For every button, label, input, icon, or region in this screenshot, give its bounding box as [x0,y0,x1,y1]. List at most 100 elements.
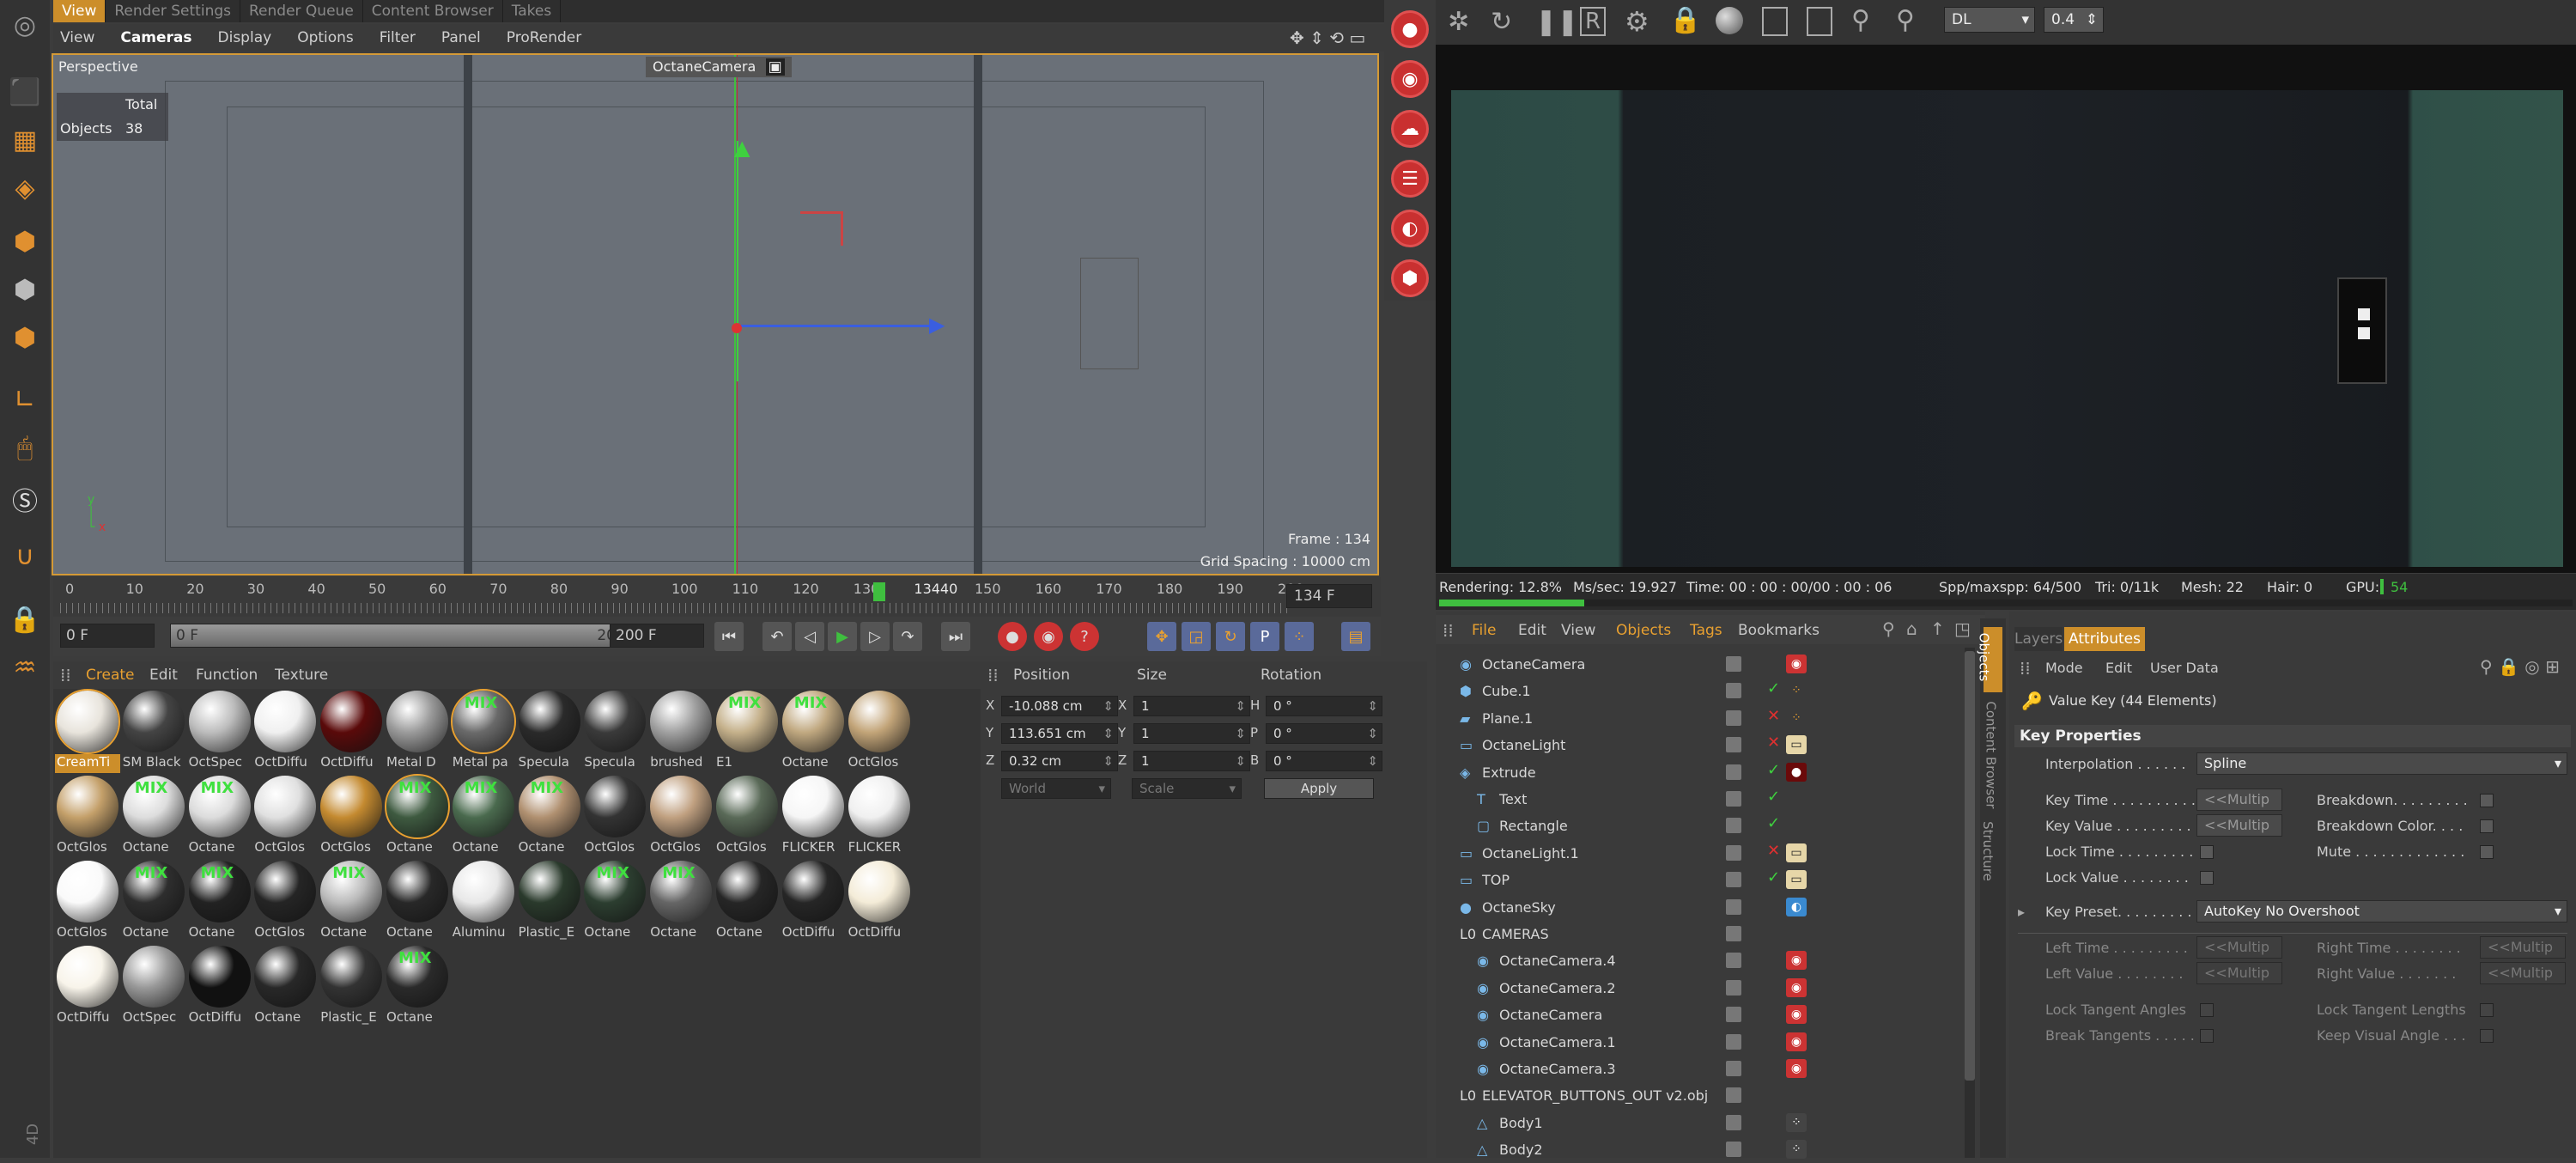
material-swatch[interactable]: OctGlos [582,776,647,860]
material-swatch[interactable]: OctSpec [187,691,252,775]
material-swatch[interactable]: OctDiffu [847,861,912,945]
layer-color-icon[interactable] [1726,709,1741,726]
cloud-icon[interactable]: ☁ [1391,110,1429,148]
layer-color-icon[interactable] [1726,1007,1741,1023]
material-swatch[interactable]: Plastic_E [517,861,582,945]
material-swatch[interactable]: MIX Metal pa [450,689,516,775]
material-ball-icon[interactable] [1716,7,1743,34]
material-swatch[interactable]: OctGlos [648,776,714,860]
attr-menu-edit[interactable]: Edit [2105,660,2132,676]
dots-tag-icon[interactable]: ⁘ [1786,681,1807,700]
object-scrollbar[interactable] [1965,648,1975,1158]
rotate-key-icon[interactable]: ↻ [1216,622,1245,651]
lock-tangent-angles-checkbox[interactable] [2200,1003,2214,1017]
interpolation-select[interactable]: Spline ▾ [2196,752,2567,775]
timeline[interactable]: 0 10 20 30 40 50 60 70 80 90 100 110 120 130 13440 150 1… [53,577,1381,622]
scale-key-icon[interactable]: ◲ [1182,622,1211,651]
multi-tag-icon[interactable]: ⁘ [1786,1112,1807,1132]
material-swatch[interactable]: MIX Octane [648,861,714,945]
coord-size-field[interactable]: 1 ⇕ [1133,696,1250,716]
material-swatch[interactable]: MIX Octane [121,861,186,945]
coord-pos-field[interactable]: 0.32 cm ⇕ [1001,751,1118,771]
material-swatch[interactable]: MIX E1 [714,691,780,775]
disabled-x-icon[interactable]: ✕ [1767,842,1780,860]
active-camera-badge[interactable]: OctaneCamera ▣ [646,57,792,77]
light-tag-icon[interactable]: ▭ [1786,843,1807,862]
attr-menu-mode[interactable]: Mode [2045,660,2083,676]
material-swatch[interactable]: Octane [714,861,780,945]
object-row[interactable]: ◈ Extrude ✓ ● [1443,759,1975,786]
new-window-icon[interactable]: ◳ [1954,618,1971,639]
lock-icon[interactable]: 🔒 [1669,5,1701,35]
edges-mode-icon[interactable]: ⬢ [3,268,46,311]
coord-pos-field[interactable]: -10.088 cm ⇕ [1001,696,1118,716]
material-swatch[interactable]: OctGlos [714,776,780,860]
side-tab-structure[interactable]: Structure [1980,821,1996,881]
layer-color-icon[interactable] [1726,872,1741,888]
start-frame-field[interactable]: 0 F [60,624,155,648]
viewport-3d[interactable]: ▲ ▶ Perspective Total Objects 38 OctaneC… [52,53,1379,575]
layer-color-icon[interactable] [1726,844,1741,861]
dots-tag-icon[interactable]: ⁘ [1786,709,1807,728]
menu-cameras[interactable]: Cameras [120,29,191,46]
model-mode-icon[interactable]: ⬛ [3,70,46,113]
cam-tag-icon[interactable]: ◉ [1786,1005,1807,1025]
coord-pos-field[interactable]: 113.651 cm ⇕ [1001,723,1118,744]
coords-grip-icon[interactable]: ⁞⁞ [987,665,999,685]
keep-visual-angle-checkbox[interactable] [2480,1029,2494,1043]
current-frame-field[interactable]: 134 F [1286,584,1372,608]
playhead[interactable] [873,582,885,601]
layer-color-icon[interactable] [1726,737,1741,753]
coord-rot-field[interactable]: 0 ° ⇕ [1266,696,1382,716]
xpresso-icon[interactable]: ♒ [3,646,46,689]
enabled-check-icon[interactable]: ✓ [1767,679,1780,697]
tab-content-browser[interactable]: Content Browser [363,0,503,22]
magnet-icon[interactable]: ∪ [3,534,46,577]
material-swatch[interactable]: Aluminu [451,861,516,945]
timeline-ruler[interactable]: 0 10 20 30 40 50 60 70 80 90 100 110 120 130 13440 150 1… [53,579,1304,600]
layer-color-icon[interactable] [1726,1142,1741,1158]
material-swatch[interactable]: Specula [517,691,582,775]
material-swatch[interactable]: MIX Octane [121,776,186,860]
mat-menu-texture[interactable]: Texture [275,667,328,684]
object-row[interactable]: ⬢ Cube.1 ✓ ⁘ [1443,678,1975,704]
material-swatch[interactable]: MIX Octane [781,691,846,775]
lock-value-checkbox[interactable] [2200,871,2214,885]
obj-menu-view[interactable]: View [1561,622,1595,639]
layer-color-icon[interactable] [1726,1061,1741,1076]
light-tag-icon[interactable]: ▭ [1786,735,1807,755]
material-swatch[interactable]: OctGlos [55,861,120,945]
size-mode-select[interactable]: Scale ▾ [1132,778,1242,799]
material-swatch[interactable]: OctDiffu [252,691,318,775]
axis-mode-icon[interactable]: ∟ [3,378,46,421]
tab-attributes[interactable]: Attributes [2064,627,2145,651]
obj-menu-objects[interactable]: Objects [1616,622,1671,639]
z-arrow-icon[interactable]: ▶ [929,314,945,335]
layer-color-icon[interactable] [1726,1114,1741,1130]
search-icon[interactable]: ⚲ [1882,618,1895,639]
material-swatch[interactable]: MIX Octane [187,861,252,945]
menu-prorender[interactable]: ProRender [507,29,582,46]
menu-display[interactable]: Display [218,29,272,46]
home-icon[interactable]: ⌂ [1906,618,1917,639]
layer-color-icon[interactable] [1726,953,1741,969]
menu-view[interactable]: View [60,29,94,46]
material-swatch[interactable]: FLICKER [847,776,912,860]
mat-menu-edit[interactable]: Edit [149,667,178,684]
region-icon[interactable]: R [1580,7,1607,36]
obj-menu-edit[interactable]: Edit [1518,622,1546,639]
object-row[interactable]: T Text ✓ [1443,786,1975,813]
cam-tag-icon[interactable]: ◉ [1786,951,1807,971]
pick-object-icon[interactable]: ⚲ [1896,5,1915,35]
next-frame-icon[interactable]: ▷ [860,622,890,651]
light-bulb-icon[interactable]: ◐ [1391,210,1429,247]
material-swatch[interactable]: Octane [252,946,318,1030]
mat-tag-icon[interactable]: ● [1786,762,1807,782]
material-swatch[interactable]: MIX Octane [187,776,252,860]
breakdown-checkbox[interactable] [2480,794,2494,807]
tab-render-settings[interactable]: Render Settings [106,0,240,22]
left-time-input[interactable]: <<Multip [2196,936,2282,959]
end-frame-field[interactable]: 200 F [610,624,704,648]
z-handle[interactable] [737,325,934,327]
material-swatch[interactable]: brushed [648,691,714,775]
